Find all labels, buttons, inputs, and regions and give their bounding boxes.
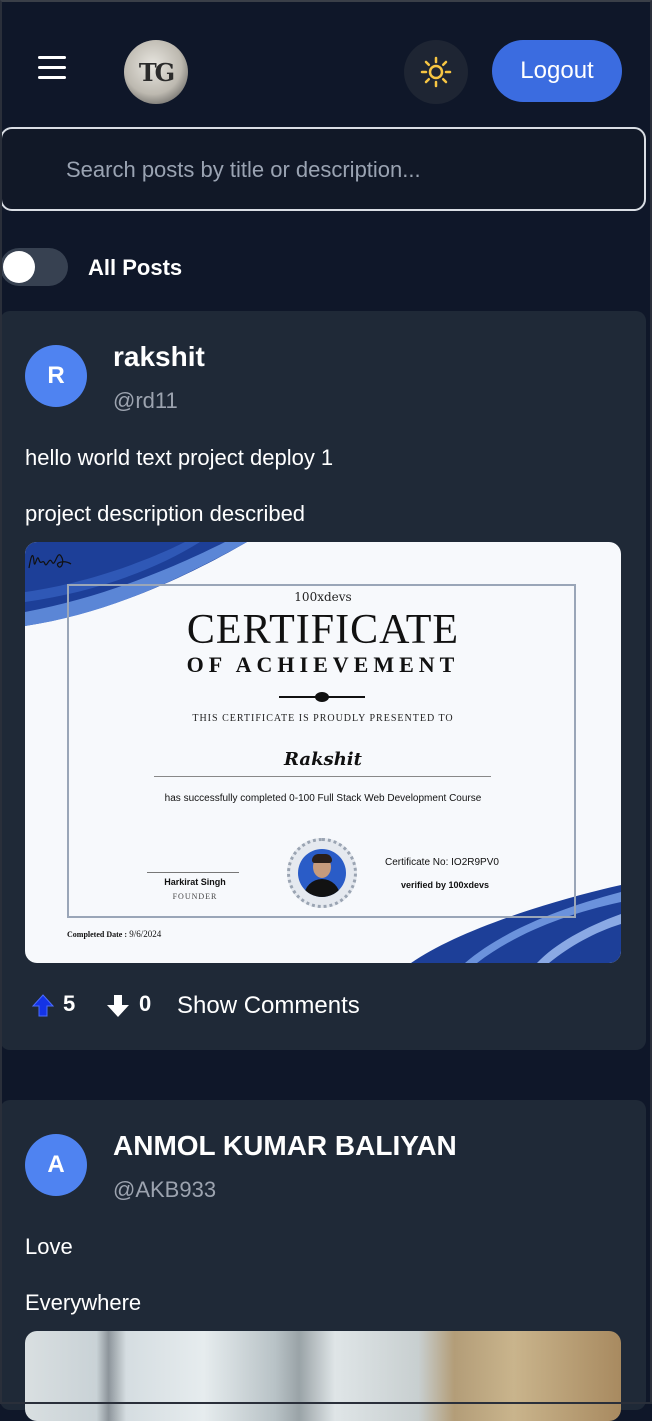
certificate-title: CERTIFICATE (186, 607, 460, 653)
completed-label: Completed Date : (67, 930, 127, 939)
post-image-photo[interactable] (25, 1331, 621, 1421)
avatar[interactable]: R (25, 345, 87, 407)
toggle-label: All Posts (88, 255, 183, 280)
theme-toggle-button[interactable] (404, 40, 468, 104)
completed-date-value: 9/6/2024 (129, 929, 162, 939)
certificate-verified: verified by 100xdevs (401, 880, 490, 890)
certificate-course-text: has successfully completed 0-100 Full St… (164, 793, 482, 804)
author-name[interactable]: rakshit (113, 341, 205, 373)
toggle-knob (3, 251, 35, 283)
post-title: Love (25, 1234, 73, 1259)
certificate-name-underline (154, 776, 491, 777)
avatar[interactable]: A (25, 1134, 87, 1196)
signature-line (147, 872, 239, 873)
sun-icon (420, 56, 452, 88)
signature-image (28, 554, 72, 569)
search-input[interactable] (64, 129, 628, 211)
certificate-signer-role: FOUNDER (172, 892, 218, 901)
post-image-certificate[interactable]: 100xdevs CERTIFICATE OF ACHIEVEMENT THIS… (25, 542, 621, 963)
certificate-recipient: Rakshit (284, 749, 362, 770)
app-header: TG Logout (0, 0, 652, 126)
certificate-photo-seal (287, 838, 357, 908)
post-description: project description described (25, 501, 306, 526)
author-handle: @AKB933 (113, 1177, 217, 1202)
post-card: R rakshit @rd11 hello world text project… (0, 311, 646, 1050)
author-name[interactable]: ANMOL KUMAR BALIYAN (113, 1130, 457, 1162)
show-comments-button[interactable]: Show Comments (177, 992, 360, 1020)
certificate-number: Certificate No: IO2R9PV0 (385, 857, 499, 868)
author-handle: @rd11 (113, 388, 178, 413)
downvote-button[interactable]: 0 (105, 987, 165, 1027)
post-description: Everywhere (25, 1290, 142, 1315)
downvote-count: 0 (139, 991, 152, 1016)
downvote-arrow-icon (107, 995, 129, 1017)
certificate-presented-text: THIS CERTIFICATE IS PROUDLY PRESENTED TO (192, 713, 454, 724)
logo-text: TG (138, 58, 175, 87)
certificate-signer: Harkirat Singh (164, 877, 226, 887)
certificate-subtitle: OF ACHIEVEMENT (186, 652, 460, 677)
upvote-count: 5 (63, 991, 76, 1016)
app-logo[interactable]: TG (124, 40, 188, 104)
posts-filter: All Posts (0, 248, 400, 288)
search-box (0, 127, 646, 211)
upvote-button[interactable]: 5 (31, 987, 91, 1027)
upvote-arrow-icon (31, 994, 55, 1017)
hamburger-menu-icon[interactable] (38, 56, 72, 86)
post-actions: 5 0 Show Comments (25, 987, 625, 1027)
all-posts-toggle[interactable] (0, 248, 68, 286)
post-card: A ANMOL KUMAR BALIYAN @AKB933 Love Every… (0, 1100, 646, 1421)
logout-button[interactable]: Logout (492, 40, 622, 102)
post-title: hello world text project deploy 1 (25, 445, 334, 470)
certificate-completed-date: Completed Date : 9/6/2024 (67, 929, 161, 939)
certificate-ornament-center (315, 692, 329, 702)
certificate-brand: 100xdevs (294, 590, 352, 604)
